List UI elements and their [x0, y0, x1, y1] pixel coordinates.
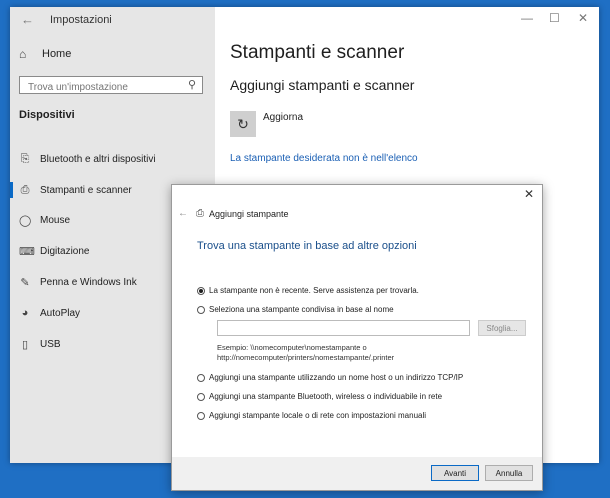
radio-button[interactable]	[197, 373, 205, 382]
refresh-label: Aggiorna	[263, 112, 304, 123]
refresh-icon: ↻	[237, 115, 249, 132]
option-older-printer[interactable]: La stampante non è recente. Serve assist…	[197, 286, 419, 295]
radio-button[interactable]	[197, 305, 205, 314]
back-arrow-icon[interactable]: ←	[21, 12, 34, 27]
option-label: Seleziona una stampante condivisa in bas…	[209, 305, 394, 314]
next-button[interactable]: Avanti	[431, 465, 479, 481]
pen-icon: ✎	[20, 276, 30, 289]
option-label: Aggiungi una stampante utilizzando un no…	[209, 373, 464, 382]
printer-icon: ⎙	[196, 208, 204, 219]
close-icon[interactable]: ✕	[578, 11, 588, 25]
sidebar-item-label: Digitazione	[40, 245, 90, 257]
sidebar-item-label: USB	[40, 338, 61, 350]
radio-button[interactable]	[197, 411, 205, 420]
page-title: Stampanti e scanner	[230, 42, 405, 63]
settings-search[interactable]: ⚲	[19, 76, 203, 96]
sidebar-item-label: Stampanti e scanner	[40, 184, 132, 196]
cancel-button[interactable]: Annulla	[485, 465, 533, 481]
dialog-title: ⎙ Aggiungi stampante	[196, 208, 289, 219]
add-printer-dialog: ✕ ← ⎙ Aggiungi stampante Trova una stamp…	[171, 184, 543, 491]
maximize-icon[interactable]: ☐	[549, 11, 560, 25]
dialog-title-label: Aggiungi stampante	[209, 208, 289, 219]
sidebar-item-label: AutoPlay	[40, 307, 81, 319]
option-label: Aggiungi una stampante Bluetooth, wirele…	[209, 392, 443, 401]
option-label: La stampante non è recente. Serve assist…	[209, 286, 419, 295]
dialog-heading: Trova una stampante in base ad altre opz…	[197, 240, 417, 252]
search-icon[interactable]: ⚲	[188, 78, 196, 91]
sidebar-item-label: Bluetooth e altri dispositivi	[40, 153, 156, 165]
section-heading: Aggiungi stampanti e scanner	[230, 77, 415, 93]
option-bluetooth-wireless[interactable]: Aggiungi una stampante Bluetooth, wirele…	[197, 392, 442, 401]
autoplay-icon: ◕	[21, 307, 29, 319]
option-local-manual[interactable]: Aggiungi stampante locale o di rete con …	[197, 411, 426, 420]
browse-button[interactable]: Sfoglia...	[478, 320, 526, 336]
radio-button[interactable]	[197, 286, 205, 295]
sidebar-item-bluetooth[interactable]: ⎘ Bluetooth e altri dispositivi	[10, 147, 215, 171]
usb-icon: ▯	[21, 338, 29, 351]
dialog-close-icon[interactable]: ✕	[524, 187, 534, 201]
radio-button[interactable]	[197, 392, 205, 401]
option-shared-printer[interactable]: Seleziona una stampante condivisa in bas…	[197, 305, 394, 314]
keyboard-icon: ⌨	[19, 245, 35, 258]
sidebar-item-label: Penna e Windows Ink	[40, 276, 137, 288]
sidebar-item-home[interactable]: ⌂ Home	[19, 47, 71, 61]
option-label: Aggiungi stampante locale o di rete con …	[209, 411, 427, 420]
example-line: Esempio: \\nomecomputer\nomestampante o	[217, 343, 367, 352]
printer-icon: ⎙	[20, 183, 30, 196]
home-label: Home	[42, 48, 72, 60]
example-line: http://nomecomputer/printers/nomestampan…	[217, 353, 395, 362]
example-text: Esempio: \\nomecomputer\nomestampante o …	[217, 343, 517, 363]
window-title: Impostazioni	[50, 14, 112, 26]
bluetooth-icon: ⎘	[20, 152, 30, 165]
refresh-button[interactable]: ↻	[230, 111, 256, 137]
dialog-back-icon[interactable]: ←	[178, 208, 188, 219]
home-icon: ⌂	[19, 47, 27, 61]
missing-printer-link[interactable]: La stampante desiderata non è nell'elenc…	[230, 153, 418, 164]
printer-name-input[interactable]	[217, 320, 470, 336]
minimize-icon[interactable]: —	[521, 11, 533, 25]
option-tcpip[interactable]: Aggiungi una stampante utilizzando un no…	[197, 373, 463, 382]
sidebar-item-label: Mouse	[40, 214, 71, 226]
mouse-icon: ◯	[19, 214, 32, 227]
section-title: Dispositivi	[19, 109, 75, 121]
search-input[interactable]	[20, 79, 183, 96]
